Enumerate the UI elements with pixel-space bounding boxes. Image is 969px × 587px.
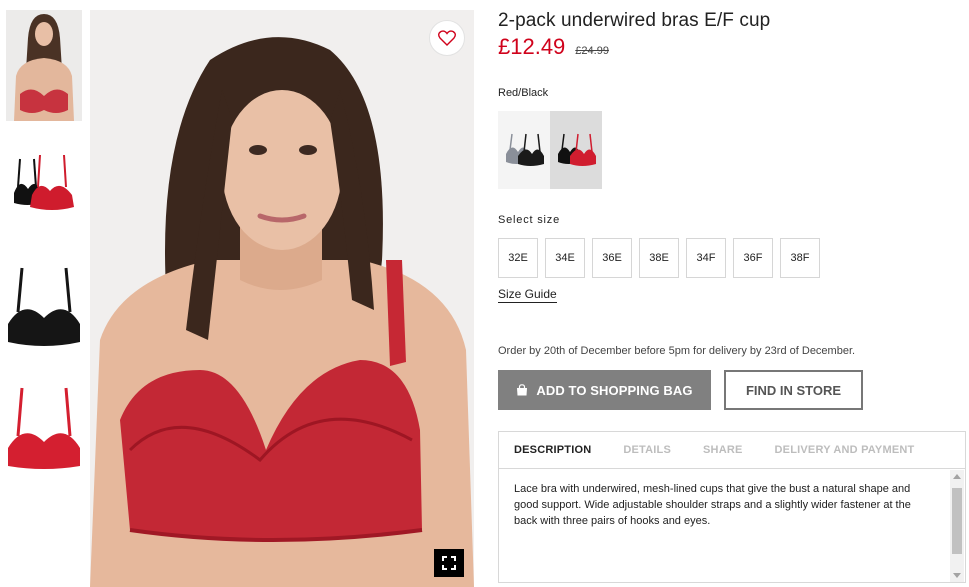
add-to-bag-button[interactable]: ADD TO SHOPPING BAG	[498, 370, 711, 410]
size-option[interactable]: 32E	[498, 238, 538, 278]
size-options: 32E 34E 36E 38E 34F 36F 38F	[498, 238, 820, 278]
original-price: £24.99	[575, 45, 609, 57]
thumbnail-model[interactable]	[6, 10, 82, 121]
size-option[interactable]: 34E	[545, 238, 585, 278]
color-swatch-grey-black[interactable]	[498, 111, 550, 189]
thumbnail-pack[interactable]	[6, 153, 82, 217]
product-description: Lace bra with underwired, mesh-lined cup…	[514, 483, 911, 527]
size-guide-link[interactable]: Size Guide	[498, 287, 557, 303]
main-product-image[interactable]	[90, 10, 474, 587]
scroll-up-icon[interactable]	[953, 474, 961, 479]
size-option[interactable]: 38E	[639, 238, 679, 278]
product-details-panel: DESCRIPTION DETAILS SHARE DELIVERY AND P…	[498, 431, 966, 583]
product-title: 2-pack underwired bras E/F cup	[498, 10, 771, 31]
swatch-image	[558, 133, 596, 166]
thumbnail-red[interactable]	[6, 386, 82, 470]
scrollbar-thumb[interactable]	[952, 488, 962, 554]
heart-icon	[438, 30, 456, 46]
swatch-image	[506, 133, 544, 166]
size-option[interactable]: 36F	[733, 238, 773, 278]
tab-description[interactable]: DESCRIPTION	[514, 444, 591, 456]
details-tabs: DESCRIPTION DETAILS SHARE DELIVERY AND P…	[499, 432, 965, 469]
shopping-bag-icon	[517, 384, 528, 396]
model-photo	[90, 10, 474, 587]
tab-share[interactable]: SHARE	[703, 444, 743, 456]
fullscreen-icon	[442, 556, 456, 570]
tab-details[interactable]: DETAILS	[623, 444, 671, 456]
thumbnail-black[interactable]	[6, 266, 82, 348]
price-row: £12.49 £24.99	[498, 34, 609, 60]
size-option[interactable]: 34F	[686, 238, 726, 278]
scroll-down-icon[interactable]	[953, 573, 961, 578]
size-option[interactable]: 36E	[592, 238, 632, 278]
selected-color-name: Red/Black	[498, 87, 549, 99]
color-swatch-red-black[interactable]	[550, 111, 602, 189]
add-to-bag-label: ADD TO SHOPPING BAG	[536, 382, 693, 398]
favorite-button[interactable]	[429, 20, 465, 56]
delivery-note: Order by 20th of December before 5pm for…	[498, 345, 856, 357]
find-in-store-button[interactable]: FIND IN STORE	[724, 370, 863, 410]
current-price: £12.49	[498, 34, 566, 59]
zoom-button[interactable]	[434, 549, 464, 577]
tab-delivery-and-payment[interactable]: DELIVERY AND PAYMENT	[775, 444, 915, 456]
select-size-label: Select size	[498, 214, 560, 226]
size-option[interactable]: 38F	[780, 238, 820, 278]
